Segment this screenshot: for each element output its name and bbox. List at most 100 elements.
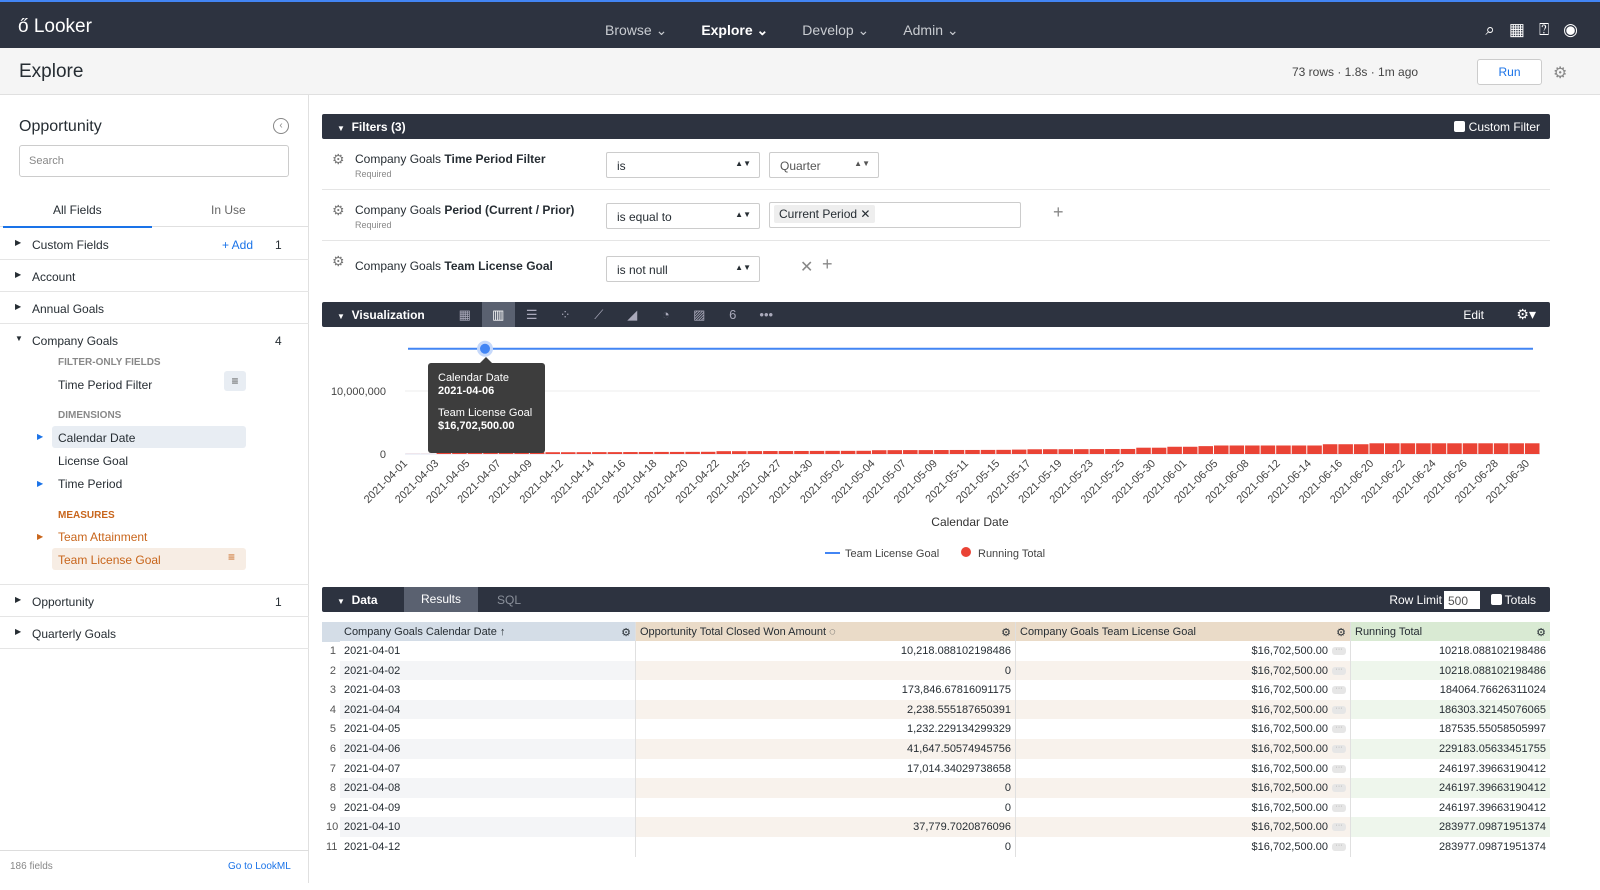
group-account[interactable]: ▶Account xyxy=(0,260,309,292)
filter-operator-select[interactable]: is not null▲▼ xyxy=(606,256,760,282)
remove-chip-icon[interactable]: ✕ xyxy=(860,207,870,221)
bar-chart-icon[interactable]: ☰ xyxy=(515,302,549,327)
area-chart-icon[interactable]: ◢ xyxy=(616,302,650,327)
nav-develop[interactable]: Develop ⌄ xyxy=(802,22,869,39)
running-total-bar xyxy=(1121,449,1136,454)
cell-menu-icon[interactable]: ··· xyxy=(1332,765,1346,773)
filter-operator-select[interactable]: is equal to▲▼ xyxy=(606,203,760,229)
totals-checkbox[interactable]: Totals xyxy=(1491,593,1536,607)
filter-icon[interactable]: ≡ xyxy=(224,371,246,391)
filter-value-select[interactable]: Quarter▲▼ xyxy=(769,152,879,178)
column-header[interactable]: Company Goals Team License Goal⚙ xyxy=(1015,622,1350,642)
running-total-bar xyxy=(748,451,763,454)
visualization-section-header[interactable]: ▼ Visualization ▦▥☰⁘⟋◢◔▨6••• Edit ⚙▾ xyxy=(322,302,1550,327)
edit-button[interactable]: Edit xyxy=(1463,308,1484,322)
caret-right-icon[interactable]: ▶ xyxy=(37,532,43,541)
map-icon[interactable]: ▨ xyxy=(683,302,717,327)
cell-menu-icon[interactable]: ··· xyxy=(1332,745,1346,753)
row-limit-input[interactable]: 500 xyxy=(1444,591,1480,609)
caret-right-icon[interactable]: ▶ xyxy=(37,432,43,441)
marketplace-icon[interactable]: ▦ xyxy=(1509,20,1525,40)
running-total-bar xyxy=(732,451,747,454)
add-icon[interactable]: + xyxy=(1053,202,1064,223)
viz-gear-icon[interactable]: ⚙▾ xyxy=(1516,306,1536,323)
running-total-bar xyxy=(950,450,965,454)
add-custom-field-link[interactable]: + Add xyxy=(222,238,253,252)
run-button[interactable]: Run xyxy=(1477,59,1542,85)
account-icon[interactable]: ◉ xyxy=(1563,20,1578,40)
line-chart-icon[interactable]: ⟋ xyxy=(582,302,616,327)
tab-results[interactable]: Results xyxy=(404,587,478,612)
group-annual-goals[interactable]: ▶Annual Goals xyxy=(0,292,309,324)
cell-menu-icon[interactable]: ··· xyxy=(1332,686,1346,694)
column-header[interactable]: Company Goals Calendar Date ↑⚙ xyxy=(340,622,635,642)
field-calendar-date[interactable]: Calendar Date xyxy=(52,426,246,448)
cell-menu-icon[interactable]: ··· xyxy=(1332,804,1346,812)
table-row: 7 2021-04-07 17,014.34029738658 $16,702,… xyxy=(322,759,1550,779)
field-time-period-filter[interactable]: Time Period Filter xyxy=(52,373,252,395)
scatter-icon[interactable]: ⁘ xyxy=(549,302,583,327)
data-section-header[interactable]: ▼ Data Results SQL Row Limit 500 Totals xyxy=(322,587,1550,612)
filter-icon[interactable]: ≡ xyxy=(228,550,235,564)
cell-menu-icon[interactable]: ··· xyxy=(1332,823,1346,831)
field-team-license-goal[interactable]: Team License Goal xyxy=(52,548,246,570)
table-icon[interactable]: ▦ xyxy=(448,302,482,327)
nav-browse[interactable]: Browse ⌄ xyxy=(605,22,667,39)
cell-menu-icon[interactable]: ··· xyxy=(1332,784,1346,792)
table-row: 8 2021-04-08 0 $16,702,500.00··· 246197.… xyxy=(322,778,1550,798)
gear-icon[interactable]: ⚙ xyxy=(1553,63,1567,83)
tab-sql[interactable]: SQL xyxy=(497,593,521,607)
help-icon[interactable]: ⍰ xyxy=(1539,20,1549,40)
running-total-bar xyxy=(934,450,949,454)
running-total-bar xyxy=(887,450,902,454)
nav-admin[interactable]: Admin ⌄ xyxy=(903,22,958,39)
group-opportunity[interactable]: ▶Opportunity1 xyxy=(0,585,309,617)
cell-menu-icon[interactable]: ··· xyxy=(1332,706,1346,714)
table-header-row: Company Goals Calendar Date ↑⚙ Opportuni… xyxy=(322,622,1550,642)
pie-chart-icon[interactable]: ◔ xyxy=(649,302,683,327)
filter-operator-select[interactable]: is▲▼ xyxy=(606,152,760,178)
custom-filter-checkbox[interactable]: Custom Filter xyxy=(1454,120,1540,134)
filter-value-input[interactable]: Current Period ✕ xyxy=(769,202,1021,228)
collapse-icon[interactable]: ‹ xyxy=(273,118,289,134)
field-license-goal[interactable]: License Goal xyxy=(52,449,252,471)
y-tick-label: 0 xyxy=(380,449,386,461)
looker-logo[interactable]: ő Looker xyxy=(18,16,92,38)
tab-in-use[interactable]: In Use xyxy=(211,203,246,217)
tab-all-fields[interactable]: All Fields xyxy=(3,203,152,228)
caret-down-icon[interactable]: ▼ xyxy=(15,334,23,343)
table-row: 9 2021-04-09 0 $16,702,500.00··· 246197.… xyxy=(322,798,1550,818)
cell-menu-icon[interactable]: ··· xyxy=(1332,667,1346,675)
cell-menu-icon[interactable]: ··· xyxy=(1332,843,1346,851)
single-value-icon[interactable]: 6 xyxy=(716,302,750,327)
remove-filter-icon[interactable]: ✕ xyxy=(800,257,813,277)
column-header[interactable]: Running Total⚙ xyxy=(1350,622,1550,642)
gear-icon[interactable]: ⚙ xyxy=(332,202,345,219)
more-icon[interactable]: ••• xyxy=(750,302,784,327)
search-icon[interactable]: ⌕ xyxy=(1485,20,1495,40)
field-count: 186 fields xyxy=(10,861,53,872)
running-total-bar xyxy=(1074,449,1089,454)
go-to-lookml-link[interactable]: Go to LookML xyxy=(228,861,291,872)
group-company-goals: ▼Company Goals4 FILTER-ONLY FIELDS Time … xyxy=(0,324,309,585)
running-total-bar xyxy=(872,450,887,454)
gear-icon[interactable]: ⚙ xyxy=(332,253,345,270)
running-total-bar xyxy=(1261,445,1276,454)
chart-tooltip: Calendar Date2021-04-06 Team License Goa… xyxy=(428,363,545,453)
nav-explore[interactable]: Explore ⌄ xyxy=(701,22,768,39)
cell-menu-icon[interactable]: ··· xyxy=(1332,647,1346,655)
caret-right-icon[interactable]: ▶ xyxy=(37,479,43,488)
cell-menu-icon[interactable]: ··· xyxy=(1332,725,1346,733)
field-team-attainment[interactable]: Team Attainment xyxy=(52,525,252,547)
group-custom-fields[interactable]: ▶Custom Fields+ Add1 xyxy=(0,228,309,260)
gear-icon[interactable]: ⚙ xyxy=(332,151,345,168)
group-quarterly-goals[interactable]: ▶Quarterly Goals xyxy=(0,617,309,649)
search-input[interactable]: Search xyxy=(19,145,289,177)
column-chart-icon[interactable]: ▥ xyxy=(482,302,516,327)
field-time-period[interactable]: Time Period xyxy=(52,472,252,494)
add-icon[interactable]: + xyxy=(822,254,833,275)
explore-name: Opportunity xyxy=(19,118,102,136)
column-header[interactable]: Opportunity Total Closed Won Amount ◌⚙ xyxy=(635,622,1015,642)
running-total-bar xyxy=(561,452,576,454)
filters-section-header[interactable]: ▼ Filters (3) Custom Filter xyxy=(322,114,1550,139)
